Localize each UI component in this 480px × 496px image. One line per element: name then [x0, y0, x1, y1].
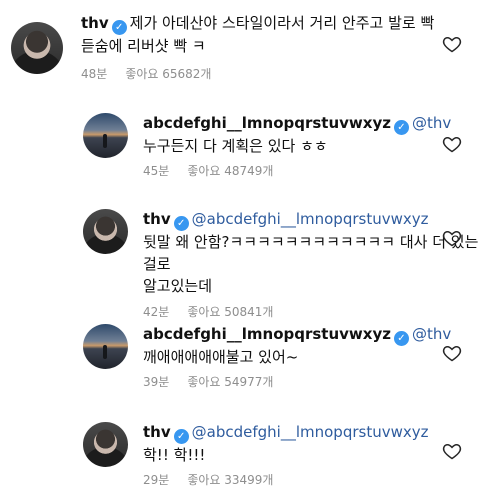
heart-icon[interactable]	[442, 134, 462, 154]
likes-count[interactable]: 좋아요 48749개	[187, 164, 273, 178]
username[interactable]: thv	[143, 423, 171, 441]
mention-link[interactable]: @thv	[412, 325, 451, 343]
verified-badge-icon: ✓	[173, 429, 189, 444]
comment-1: thv ✓ 제가 아데산야 스타일이라서 거리 안주고 발로 빡 듣숨에 리버샷 빡…	[0, 12, 480, 82]
reply-3: abcdefghi__lmnopqrstuvwxyz ✓ @thv 깨애애애애애불고…	[0, 323, 480, 393]
likes-count[interactable]: 좋아요 54977개	[187, 375, 273, 389]
comment-text: 누구든지 다 계획은 있다 ㅎㅎ	[143, 137, 328, 155]
heart-icon[interactable]	[442, 343, 462, 363]
comment-text: 뒷말 왜 안함?ㅋㅋㅋㅋㅋㅋㅋㅋㅋㅋㅋㅋ 대사 더 있는걸로	[143, 233, 479, 273]
heart-icon[interactable]	[442, 34, 462, 54]
username[interactable]: abcdefghi__lmnopqrstuvwxyz	[143, 325, 391, 343]
verified-badge-icon: ✓	[393, 331, 409, 346]
verified-badge-icon: ✓	[393, 120, 409, 135]
reply-4: thv ✓ @abcdefghi__lmnopqrstuvwxyz 학!! 학!!!…	[0, 421, 480, 491]
comment-text: 깨애애애애애불고 있어~	[143, 348, 299, 366]
avatar[interactable]	[83, 324, 128, 369]
username[interactable]: thv	[143, 210, 171, 228]
timestamp: 45분	[143, 164, 170, 178]
verified-badge-icon: ✓	[111, 20, 127, 35]
likes-count[interactable]: 좋아요 50841개	[187, 305, 273, 319]
timestamp: 48분	[81, 67, 108, 81]
username[interactable]: abcdefghi__lmnopqrstuvwxyz	[143, 114, 391, 132]
timestamp: 42분	[143, 305, 170, 319]
likes-count[interactable]: 좋아요 33499개	[187, 473, 273, 487]
mention-link[interactable]: @thv	[412, 114, 451, 132]
comment-text-continued: 듣숨에 리버샷 빡 ㅋ	[81, 37, 206, 55]
comment-text-continued: 알고있는데	[143, 277, 213, 295]
verified-badge-icon: ✓	[173, 216, 189, 231]
heart-icon[interactable]	[442, 228, 462, 248]
avatar[interactable]	[83, 113, 128, 158]
username[interactable]: thv	[81, 14, 109, 32]
avatar[interactable]	[11, 22, 63, 74]
reply-2: thv ✓ @abcdefghi__lmnopqrstuvwxyz 뒷말 왜 안함?…	[0, 208, 480, 319]
mention-link[interactable]: @abcdefghi__lmnopqrstuvwxyz	[192, 210, 429, 228]
heart-icon[interactable]	[442, 441, 462, 461]
avatar[interactable]	[83, 422, 128, 467]
comment-text: 학!! 학!!!	[143, 446, 206, 464]
timestamp: 39분	[143, 375, 170, 389]
likes-count[interactable]: 좋아요 65682개	[125, 67, 211, 81]
timestamp: 29분	[143, 473, 170, 487]
avatar[interactable]	[83, 209, 128, 254]
comment-text: 제가 아데산야 스타일이라서 거리 안주고 발로 빡	[129, 14, 435, 32]
reply-1: abcdefghi__lmnopqrstuvwxyz ✓ @thv 누구든지 다 계…	[0, 112, 480, 182]
mention-link[interactable]: @abcdefghi__lmnopqrstuvwxyz	[192, 423, 429, 441]
